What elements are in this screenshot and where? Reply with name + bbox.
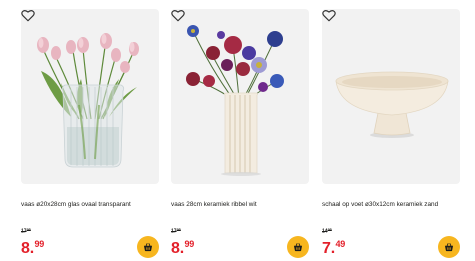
add-to-cart-button[interactable] (287, 236, 309, 258)
product-card[interactable]: schaal op voet ø30x12cm keramiek zand 14… (322, 9, 460, 259)
product-title[interactable]: schaal op voet ø30x12cm keramiek zand (322, 200, 460, 209)
shopping-basket-icon (293, 243, 303, 252)
shopping-basket-icon (444, 243, 454, 252)
product-card[interactable]: vaas ø20x28cm glas ovaal transparant 179… (21, 9, 159, 259)
old-price: 1495 (322, 228, 332, 235)
heart-outline-icon[interactable] (171, 9, 185, 22)
product-card[interactable]: vaas 28cm keramiek ribbel wit 1795 8.99 (171, 9, 309, 259)
add-to-cart-button[interactable] (137, 236, 159, 258)
old-price: 1795 (21, 228, 31, 235)
product-image-footed-bowl[interactable] (322, 9, 460, 184)
price: 7.49 (322, 239, 346, 257)
product-title[interactable]: vaas 28cm keramiek ribbel wit (171, 200, 309, 209)
heart-outline-icon[interactable] (21, 9, 35, 22)
add-to-cart-button[interactable] (438, 236, 460, 258)
price: 8.99 (21, 239, 45, 257)
old-price: 1795 (171, 228, 181, 235)
product-image-vase-glass[interactable] (21, 9, 159, 184)
product-image-vase-ceramic[interactable] (171, 9, 309, 184)
price: 8.99 (171, 239, 195, 257)
product-title[interactable]: vaas ø20x28cm glas ovaal transparant (21, 200, 159, 209)
heart-outline-icon[interactable] (322, 9, 336, 22)
shopping-basket-icon (143, 243, 153, 252)
